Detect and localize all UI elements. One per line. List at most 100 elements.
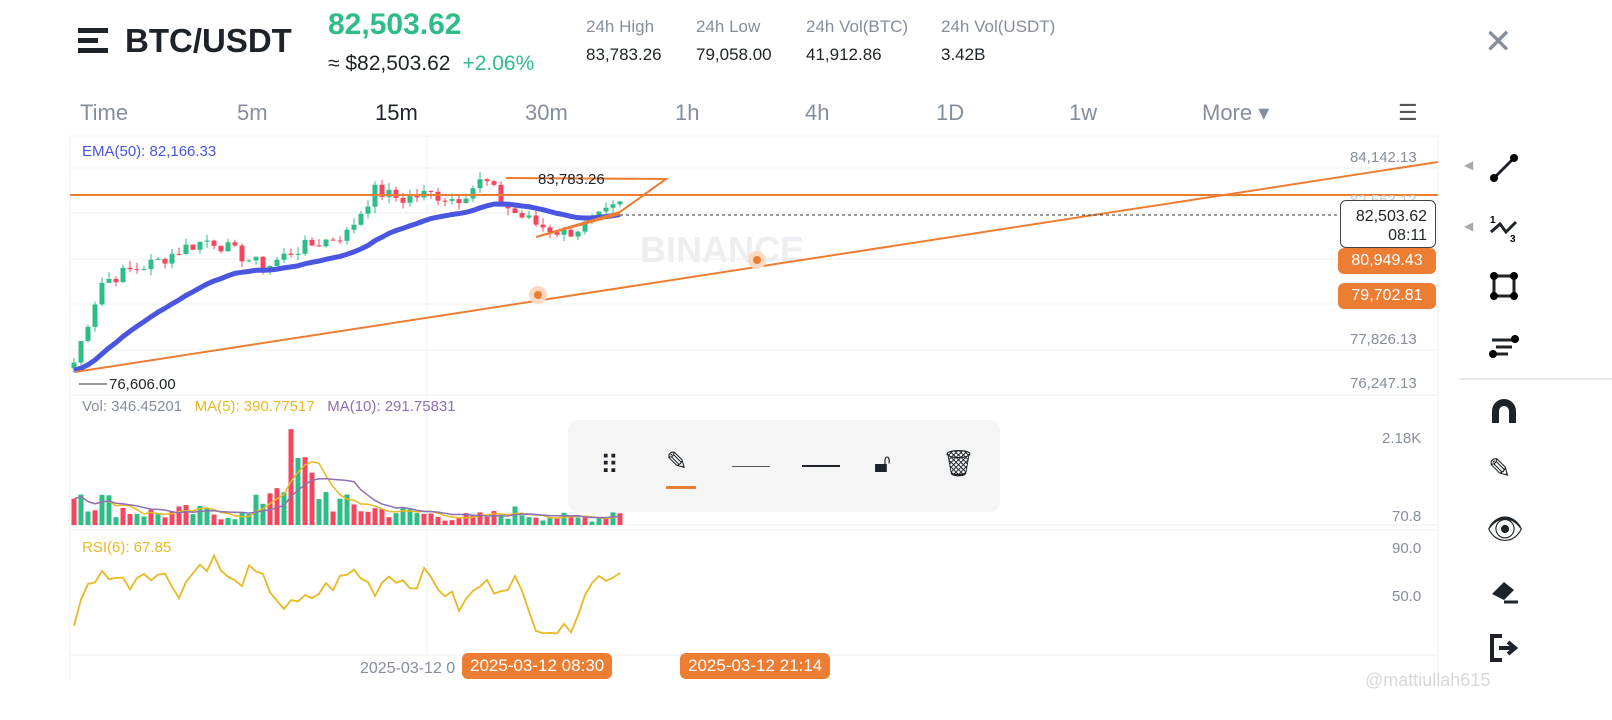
volume-bar	[456, 518, 462, 525]
volume-bar	[505, 518, 511, 525]
candle	[568, 229, 574, 237]
line-width-thin-icon[interactable]	[732, 466, 770, 467]
line-style-icon[interactable]	[802, 465, 840, 467]
volume-bar	[78, 494, 84, 525]
volume-bar	[379, 508, 385, 525]
selected-time-tag: 2025-03-12 08:30	[462, 653, 613, 679]
pencil-draw-icon[interactable]: ✎	[1488, 452, 1511, 485]
volume-bar	[127, 513, 133, 525]
drag-handle-icon[interactable]: ⠿	[600, 450, 619, 481]
parallel-lines-tool-icon[interactable]	[1488, 330, 1520, 362]
candle	[120, 267, 126, 283]
candle	[302, 239, 308, 254]
candle	[148, 259, 154, 270]
volume-bar	[442, 520, 448, 525]
candle	[456, 199, 462, 204]
candle	[106, 278, 112, 283]
svg-text:1: 1	[1490, 215, 1496, 226]
volume-bar	[85, 511, 91, 525]
candle	[295, 253, 301, 255]
volume-bar	[99, 494, 105, 525]
expand-arrow-icon[interactable]: ◀	[1464, 219, 1473, 233]
vol-axis-label: 2.18K	[1382, 430, 1422, 447]
volume-bar	[351, 504, 357, 525]
trend-line-tool-icon[interactable]	[1488, 152, 1520, 184]
volume-bar	[421, 513, 427, 525]
candle	[162, 258, 168, 264]
candle	[232, 242, 238, 246]
candle	[435, 191, 441, 201]
eye-icon[interactable]: 👁︎	[1486, 512, 1524, 547]
volume-bar	[330, 511, 336, 525]
volume-bar	[393, 513, 399, 525]
candle	[414, 196, 420, 198]
volume-bar	[484, 516, 490, 525]
candle	[442, 200, 448, 202]
volume-bar	[603, 518, 609, 525]
volume-bar	[239, 512, 245, 525]
candle	[477, 179, 483, 189]
volume-bar	[435, 516, 441, 525]
volume-bar	[323, 492, 329, 525]
drawing-price-tag: 80,949.43	[1338, 248, 1436, 274]
candle	[176, 253, 182, 255]
candle	[169, 253, 175, 264]
candle	[204, 240, 210, 242]
volume-bar	[92, 510, 98, 525]
volume-bar	[218, 519, 224, 525]
volume-bar	[386, 517, 392, 525]
volume-bar	[554, 518, 560, 525]
candle	[288, 253, 294, 255]
volume-bar	[617, 513, 623, 525]
rsi-legend: RSI(6): 67.85	[82, 539, 172, 556]
candle	[253, 256, 259, 261]
candle	[155, 258, 161, 260]
volume-bar	[120, 507, 126, 525]
volume-bar	[561, 512, 567, 525]
pencil-icon[interactable]: ✎	[666, 446, 688, 477]
candle	[85, 326, 91, 342]
volume-legend: Vol: 346.45201 MA(5): 390.77517 MA(10): …	[82, 398, 456, 415]
candle	[78, 341, 84, 363]
volume-bar	[512, 506, 518, 525]
volume-bar	[253, 494, 259, 525]
volume-bar	[176, 506, 182, 525]
candle	[484, 179, 490, 182]
volume-bar	[141, 516, 147, 525]
candle	[365, 206, 371, 214]
volume-bar	[547, 517, 553, 525]
volume-bar	[533, 517, 539, 525]
chart-canvas[interactable]: BINANCE	[0, 0, 1612, 720]
eraser-icon[interactable]	[1488, 574, 1520, 606]
volume-bar	[113, 517, 119, 525]
exit-icon[interactable]	[1488, 632, 1520, 664]
drawing-toolbar: ⠿ ✎ 🔓︎ 🗑︎	[568, 420, 1000, 512]
drawing-price-tag: 79,702.81	[1338, 283, 1436, 309]
volume-bar	[155, 513, 161, 525]
candle	[211, 240, 217, 246]
ema-label: EMA(50): 82,166.33	[82, 143, 217, 160]
candle	[351, 224, 357, 230]
candle	[134, 269, 140, 271]
fib-wave-tool-icon[interactable]: 13	[1488, 212, 1520, 244]
candle	[183, 244, 189, 254]
unlock-icon[interactable]: 🔓︎	[874, 448, 891, 480]
candle	[526, 215, 532, 218]
candle	[400, 197, 406, 203]
candle	[337, 240, 343, 242]
expand-arrow-icon[interactable]: ◀	[1464, 158, 1473, 172]
candle	[281, 253, 287, 260]
trash-icon[interactable]: 🗑︎	[942, 448, 975, 479]
candle	[127, 267, 133, 270]
candle	[239, 245, 245, 262]
candle	[533, 215, 539, 225]
rectangle-tool-icon[interactable]	[1488, 270, 1520, 302]
candle	[470, 188, 476, 199]
volume-bar	[477, 512, 483, 525]
time-axis-label: 2025-03-12 0	[360, 660, 456, 677]
volume-bar	[365, 511, 371, 525]
volume-bar	[449, 520, 455, 525]
magnet-icon[interactable]	[1488, 395, 1520, 427]
candle	[575, 231, 581, 237]
candle	[218, 245, 224, 252]
